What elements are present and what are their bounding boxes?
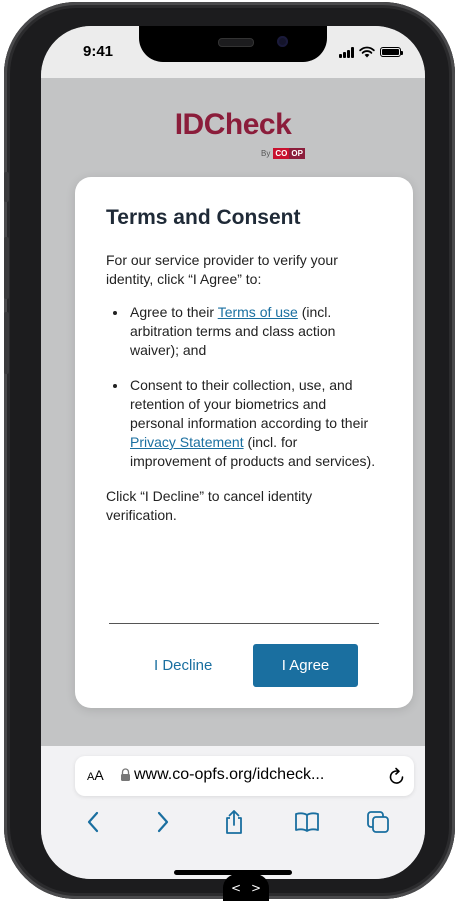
dynamic-island: [139, 26, 327, 62]
bookmarks-icon[interactable]: [292, 808, 322, 836]
consent-item-terms: Agree to their Terms of use (incl. arbit…: [128, 303, 381, 360]
text-size-button[interactable]: AA: [87, 767, 104, 783]
agree-button[interactable]: I Agree: [253, 644, 358, 687]
status-icons: [339, 46, 403, 58]
browser-toolbar: AA www.co-opfs.org/idcheck...: [41, 746, 425, 879]
wifi-icon: [359, 46, 375, 58]
volume-down-button: [4, 312, 9, 374]
battery-icon: [380, 47, 403, 57]
status-time: 9:41: [83, 43, 114, 60]
url-text: www.co-opfs.org/idcheck...: [134, 766, 325, 783]
logo-by-text: By: [261, 149, 271, 158]
reload-icon[interactable]: [387, 765, 407, 787]
coop-brand-left: CO: [273, 148, 290, 159]
nav-pill: < >: [223, 874, 269, 901]
speaker-icon: [218, 38, 254, 47]
volume-up-button: [4, 237, 9, 299]
cellular-signal-icon: [339, 46, 354, 58]
previous-arrow[interactable]: <: [231, 881, 241, 895]
lock-icon: [121, 768, 130, 781]
back-icon[interactable]: [78, 808, 108, 836]
idcheck-logo: IDCheck By CO OP: [41, 108, 425, 159]
modal-divider: [109, 623, 379, 624]
tabs-icon[interactable]: [363, 808, 393, 836]
address-bar[interactable]: AA www.co-opfs.org/idcheck...: [75, 756, 414, 796]
status-bar: 9:41: [41, 26, 425, 78]
consent-list: Agree to their Terms of use (incl. arbit…: [106, 303, 381, 471]
terms-of-use-link[interactable]: Terms of use: [218, 304, 298, 320]
modal-footer-text: Click “I Decline” to cancel identity ver…: [106, 488, 313, 523]
modal-body: For our service provider to verify your …: [106, 251, 381, 525]
logo-title: IDCheck: [174, 108, 292, 141]
camera-icon: [277, 36, 288, 47]
logo-byline: By CO OP: [261, 148, 305, 159]
forward-icon[interactable]: [148, 808, 178, 836]
modal-title: Terms and Consent: [106, 206, 301, 229]
modal-intro: For our service provider to verify your …: [106, 252, 338, 287]
phone-frame: 9:41 IDCheck By CO OP Terms and Consent …: [4, 2, 455, 899]
coop-brand-right: OP: [289, 148, 305, 159]
action-button: [4, 172, 9, 202]
privacy-statement-link[interactable]: Privacy Statement: [130, 434, 244, 450]
share-icon[interactable]: [219, 808, 249, 836]
screen: 9:41 IDCheck By CO OP Terms and Consent …: [41, 26, 425, 879]
terms-consent-modal: Terms and Consent For our service provid…: [75, 177, 413, 708]
consent-item-privacy: Consent to their collection, use, and re…: [128, 376, 381, 471]
next-arrow[interactable]: >: [251, 881, 261, 895]
coop-brand: CO OP: [273, 148, 305, 159]
decline-button[interactable]: I Decline: [154, 657, 212, 674]
